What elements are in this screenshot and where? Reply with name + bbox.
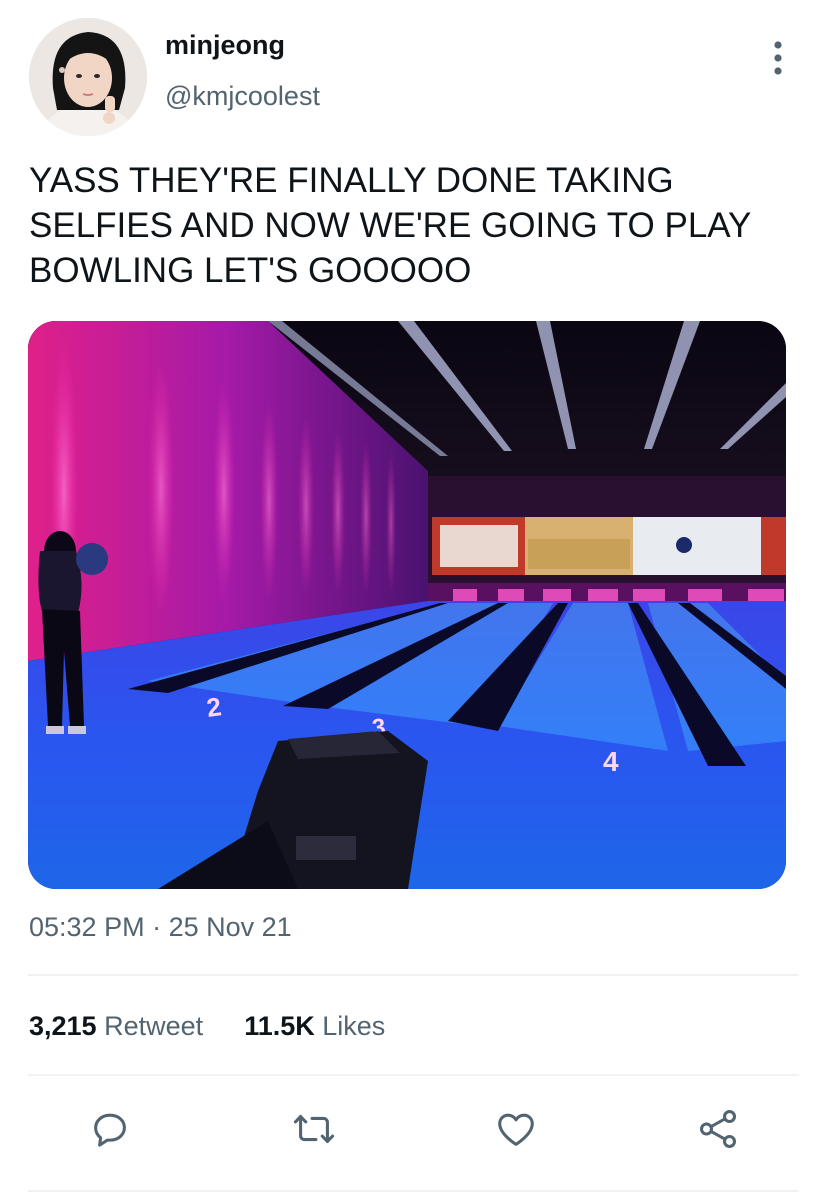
retweets-stat[interactable]: 3,215 Retweet xyxy=(29,1011,211,1041)
likes-label: Likes xyxy=(322,1011,386,1041)
tweet-media-image[interactable]: 2 3 4 xyxy=(28,321,786,889)
tweet-date: 25 Nov 21 xyxy=(168,912,292,942)
reply-button[interactable] xyxy=(85,1104,135,1154)
retweets-count: 3,215 xyxy=(29,1011,97,1041)
share-button[interactable] xyxy=(693,1104,743,1154)
more-options-button[interactable] xyxy=(764,38,792,78)
reply-icon xyxy=(94,1113,126,1147)
bowling-alley-photo: 2 3 4 xyxy=(28,321,786,889)
display-name[interactable]: minjeong xyxy=(165,30,285,61)
retweet-button[interactable] xyxy=(289,1104,339,1154)
likes-stat[interactable]: 11.5K Likes xyxy=(244,1011,385,1041)
like-button[interactable] xyxy=(491,1104,541,1154)
divider xyxy=(28,974,799,976)
timestamp-separator: · xyxy=(152,912,162,942)
retweet-icon xyxy=(293,1115,335,1143)
tweet-text-line: BOWLING LET'S GOOOOO xyxy=(29,251,472,290)
retweets-label: Retweet xyxy=(104,1011,204,1041)
divider xyxy=(28,1074,799,1076)
tweet-time: 05:32 PM xyxy=(29,912,145,942)
lane-number-marking: 4 xyxy=(603,746,619,777)
avatar-image xyxy=(29,18,147,136)
more-vertical-icon xyxy=(774,41,782,75)
tweet-text: YASS THEY'RE FINALLY DONE TAKING SELFIES… xyxy=(29,158,799,293)
tweet-timestamp[interactable]: 05:32 PM · 25 Nov 21 xyxy=(29,912,292,943)
avatar[interactable] xyxy=(29,18,147,136)
share-icon xyxy=(699,1110,737,1148)
user-handle[interactable]: @kmjcoolest xyxy=(165,81,320,112)
like-icon xyxy=(498,1113,534,1146)
likes-count: 11.5K xyxy=(244,1011,315,1041)
engagement-stats: 3,215 Retweet 11.5K Likes xyxy=(29,1011,385,1042)
tweet-text-line: SELFIES AND NOW WE'RE GOING TO PLAY xyxy=(29,206,752,245)
divider xyxy=(28,1190,799,1192)
tweet-text-line: YASS THEY'RE FINALLY DONE TAKING xyxy=(29,161,674,200)
